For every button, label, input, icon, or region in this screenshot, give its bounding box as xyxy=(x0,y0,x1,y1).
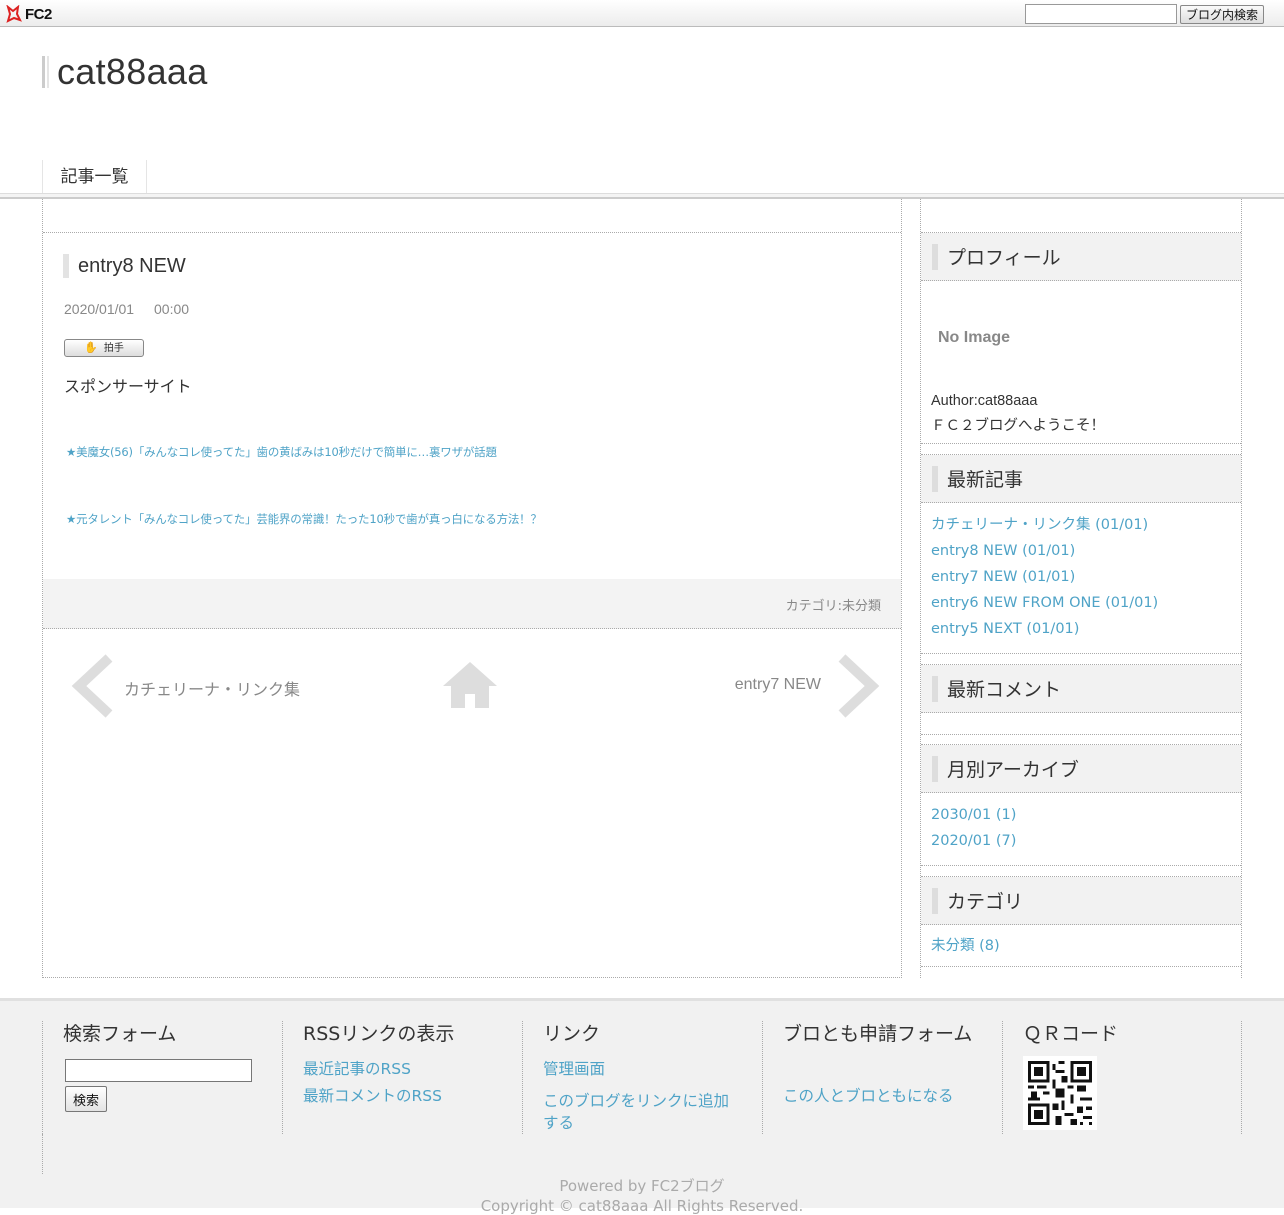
friend-request-link[interactable]: この人とブロともになる xyxy=(783,1085,983,1107)
footer-search-title: 検索フォーム xyxy=(63,1023,177,1045)
recent-entry-link[interactable]: entry7 NEW (01/01) xyxy=(931,569,1075,585)
list-item: 2020/01 (7) xyxy=(931,828,1016,854)
list-item: カチェリーナ・リンク集 (01/01) xyxy=(931,512,1158,538)
profile-message: ＦＣ２ブログへようこそ！ xyxy=(931,418,1105,434)
list-item: 未分類 (8) xyxy=(931,933,1000,959)
categories-header: カテゴリ xyxy=(921,877,1241,925)
list-item: 2030/01 (1) xyxy=(931,802,1016,828)
archives-title: 月別アーカイブ xyxy=(947,759,1079,781)
footer-rss-title: RSSリンクの表示 xyxy=(303,1023,455,1045)
categories-list: 未分類 (8) xyxy=(931,933,1000,959)
admin-link[interactable]: 管理画面 xyxy=(543,1058,743,1080)
sponsor-heading: スポンサーサイト xyxy=(64,377,192,396)
recent-comments-box: 最新コメント xyxy=(921,664,1241,735)
entry-title[interactable]: entry8 NEW xyxy=(63,254,186,278)
recent-comments-header: 最新コメント xyxy=(921,665,1241,713)
footer-left-rule xyxy=(42,1134,43,1174)
list-item: entry5 NEXT (01/01) xyxy=(931,616,1158,642)
profile-no-image: No Image xyxy=(938,329,1011,346)
fc2-top-bar: FC2 ブログ内検索 xyxy=(0,0,1284,27)
next-arrow-icon[interactable] xyxy=(836,654,880,723)
main-content: entry8 NEW 2020/01/01 00:00 ✋ 拍手 スポンサーサイト… xyxy=(42,199,902,978)
profile-header: プロフィール xyxy=(921,233,1241,281)
section-bar xyxy=(932,675,938,702)
categories-box: カテゴリ 未分類 (8) xyxy=(921,876,1241,967)
category-link[interactable]: 未分類 (8) xyxy=(931,938,1000,954)
nav-tab-entry-list[interactable]: 記事一覧 xyxy=(42,160,147,195)
clap-label: 拍手 xyxy=(103,343,124,354)
footer-links-title: リンク xyxy=(543,1023,601,1045)
footer: 検索フォーム 検索 RSSリンクの表示 最近記事のRSS 最新コメントのRSS … xyxy=(0,998,1284,1215)
blog-search-input[interactable] xyxy=(1025,4,1177,24)
list-item: entry6 NEW FROM ONE (01/01) xyxy=(931,590,1158,616)
title-bar-decoration xyxy=(42,56,49,88)
section-bar xyxy=(932,887,938,914)
archive-link[interactable]: 2030/01 (1) xyxy=(931,807,1016,823)
fc2-logo[interactable]: FC2 xyxy=(6,4,52,24)
blog-title[interactable]: cat88aaa xyxy=(42,51,208,92)
footer-search-button[interactable]: 検索 xyxy=(65,1086,107,1112)
profile-box: プロフィール No Image Author:cat88aaa ＦＣ２ブログへよ… xyxy=(921,232,1241,444)
entry-category[interactable]: カテゴリ:未分類 xyxy=(786,595,881,614)
home-icon[interactable] xyxy=(441,660,499,715)
entry-time: 00:00 xyxy=(154,301,190,317)
recent-entries-header: 最新記事 xyxy=(921,455,1241,503)
list-item: entry7 NEW (01/01) xyxy=(931,564,1158,590)
main-top-strip xyxy=(43,199,901,233)
recent-entry-link[interactable]: entry6 NEW FROM ONE (01/01) xyxy=(931,595,1158,611)
section-bar xyxy=(932,243,938,270)
recent-entry-link[interactable]: entry5 NEXT (01/01) xyxy=(931,621,1079,637)
rss-comments-link[interactable]: 最新コメントのRSS xyxy=(303,1085,503,1107)
categories-title: カテゴリ xyxy=(947,891,1024,913)
footer-rss: RSSリンクの表示 最近記事のRSS 最新コメントのRSS xyxy=(282,1021,522,1134)
qr-code-image[interactable] xyxy=(1023,1056,1097,1130)
next-entry-link[interactable]: entry7 NEW xyxy=(735,676,821,694)
recent-entries-title: 最新記事 xyxy=(947,469,1024,491)
clap-hands-icon: ✋ xyxy=(84,341,98,354)
copyright: Copyright © cat88aaa All Rights Reserved… xyxy=(480,1197,804,1215)
recent-entry-link[interactable]: entry8 NEW (01/01) xyxy=(931,543,1075,559)
list-item: entry8 NEW (01/01) xyxy=(931,538,1158,564)
prev-entry-link[interactable]: カチェリーナ・リンク集 xyxy=(124,676,300,700)
footer-search-form: 検索フォーム 検索 xyxy=(42,1021,282,1134)
section-bar xyxy=(932,465,938,492)
recent-entries-box: 最新記事 カチェリーナ・リンク集 (01/01) entry8 NEW (01/… xyxy=(921,454,1241,654)
entry-title-text: entry8 NEW xyxy=(78,254,186,277)
recent-entry-link[interactable]: カチェリーナ・リンク集 (01/01) xyxy=(931,517,1148,533)
entry-title-bar xyxy=(63,254,69,278)
fc2-logo-text: FC2 xyxy=(25,5,52,23)
footer-links: リンク 管理画面 このブログをリンクに追加する xyxy=(522,1021,762,1134)
footer-friend-form: ブロとも申請フォーム この人とブロともになる xyxy=(762,1021,1002,1134)
ad-link[interactable]: ★元タレント「みんなコレ使ってた」芸能界の常識！たった10秒で歯が真っ白になる方… xyxy=(66,511,542,527)
add-link-link[interactable]: このブログをリンクに追加する xyxy=(543,1090,743,1134)
footer-friend-title: ブロとも申請フォーム xyxy=(783,1023,973,1045)
entry-footer-bar: カテゴリ:未分類 xyxy=(43,579,901,629)
clap-button[interactable]: ✋ 拍手 xyxy=(64,339,144,357)
rss-entries-link[interactable]: 最近記事のRSS xyxy=(303,1058,503,1080)
footer-qr: ＱＲコード xyxy=(1002,1021,1242,1134)
entry-date: 2020/01/01 xyxy=(64,301,135,317)
prev-arrow-icon[interactable] xyxy=(71,654,115,723)
fc2-fox-icon xyxy=(6,4,22,23)
archives-list: 2030/01 (1) 2020/01 (7) xyxy=(931,802,1016,854)
section-bar xyxy=(932,755,938,782)
profile-author: Author:cat88aaa xyxy=(931,393,1038,409)
archives-box: 月別アーカイブ 2030/01 (1) 2020/01 (7) xyxy=(921,744,1241,866)
footer-search-input[interactable] xyxy=(65,1059,252,1082)
recent-comments-title: 最新コメント xyxy=(947,679,1062,701)
archives-header: 月別アーカイブ xyxy=(921,745,1241,793)
archive-link[interactable]: 2020/01 (7) xyxy=(931,833,1016,849)
footer-qr-title: ＱＲコード xyxy=(1023,1023,1119,1045)
ad-link[interactable]: ★美魔女(56)「みんなコレ使ってた」歯の黄ばみは10秒だけで簡単に…裏ワザが話… xyxy=(66,444,497,460)
recent-entries-list: カチェリーナ・リンク集 (01/01) entry8 NEW (01/01) e… xyxy=(931,512,1158,642)
blog-search-button[interactable]: ブログ内検索 xyxy=(1180,5,1264,24)
blog-title-text: cat88aaa xyxy=(57,51,208,92)
sidebar: プロフィール No Image Author:cat88aaa ＦＣ２ブログへよ… xyxy=(920,199,1242,978)
powered-by[interactable]: Powered by FC2ブログ xyxy=(0,1175,1284,1196)
profile-title: プロフィール xyxy=(947,247,1061,269)
